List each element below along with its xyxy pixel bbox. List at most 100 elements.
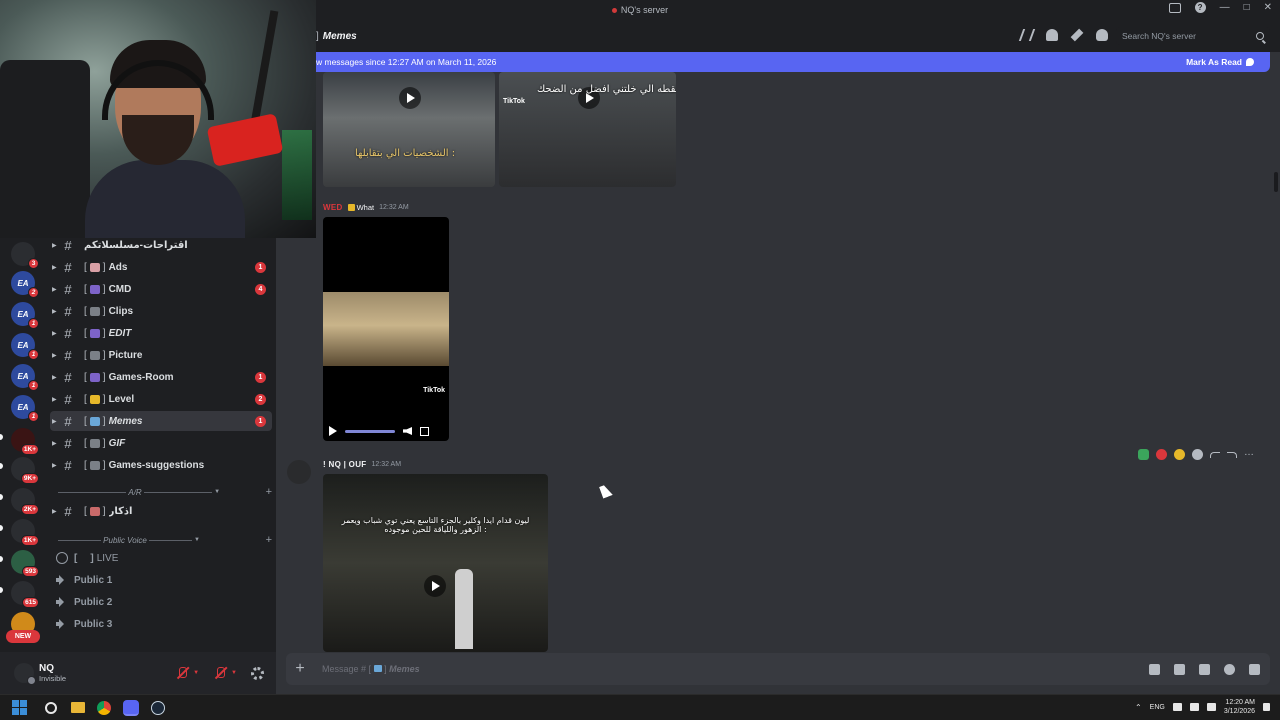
volume-icon[interactable] — [403, 427, 412, 435]
speaker-icon — [56, 597, 68, 607]
server-badge: 2K+ — [20, 504, 39, 515]
avatar[interactable] — [287, 460, 311, 484]
search-icon[interactable] — [45, 701, 57, 714]
wifi-icon[interactable] — [1189, 703, 1199, 711]
channel-ads[interactable]: ▶ # [] Ads 1 — [50, 257, 272, 277]
message-author[interactable]: ! NQ | OUF — [323, 460, 366, 469]
server-ea-5[interactable]: EA 1 — [11, 395, 39, 422]
more-icon[interactable]: … — [1244, 448, 1256, 460]
language-indicator[interactable]: ENG — [1150, 704, 1165, 711]
channel-games-suggestions[interactable]: ▶ # [] Games-suggestions — [50, 455, 272, 475]
video-attachment[interactable]: اللقطه الي خلتني افضل من الضحك TikTok — [499, 72, 676, 187]
windows-start-icon[interactable] — [12, 700, 27, 715]
volume-icon[interactable] — [1206, 703, 1216, 711]
video-player[interactable]: TikTok — [323, 217, 449, 441]
voice-public-2[interactable]: Public 2 — [56, 592, 272, 612]
heart-reaction-icon[interactable] — [1156, 449, 1167, 460]
fullscreen-icon[interactable] — [420, 426, 429, 436]
gift-icon[interactable] — [1149, 663, 1160, 675]
clock[interactable]: 12:20 AM 3/12/2026 — [1224, 698, 1255, 716]
mark-as-read-button[interactable]: Mark As Read — [1186, 57, 1254, 67]
laugh-reaction-icon[interactable] — [1174, 449, 1185, 460]
video-attachment[interactable]: الشخصيات الي بتقابلها : — [323, 72, 495, 187]
message-input[interactable]: Message # [ ] Memes — [322, 664, 1149, 674]
expand-icon: ▶ — [52, 462, 57, 469]
folder-icon[interactable] — [71, 702, 85, 713]
server-podcast[interactable]: 3 — [11, 242, 39, 269]
add-channel-icon[interactable]: + — [260, 486, 272, 498]
chrome-icon[interactable] — [97, 700, 111, 715]
minimize-button[interactable]: — — [1220, 2, 1230, 13]
add-reaction-icon[interactable] — [1192, 449, 1203, 460]
server-ea-1[interactable]: EA 2 — [11, 271, 39, 298]
forward-icon[interactable] — [1227, 451, 1237, 458]
voice-public-3[interactable]: Public 3 — [56, 614, 272, 634]
channel-gif[interactable]: ▶ # [] GIF — [50, 433, 272, 453]
message-author[interactable]: WED — [323, 203, 343, 212]
bracket: [ — [74, 552, 78, 564]
channel-clips[interactable]: ▶ # [] Clips — [50, 301, 272, 321]
server-8[interactable]: 2K+ — [11, 488, 39, 515]
channel-games-room[interactable]: ▶ # [] Games-Room 1 — [50, 367, 272, 387]
server-ea-2[interactable]: EA 1 — [11, 302, 39, 329]
emoji-icon[interactable] — [1224, 663, 1235, 675]
new-messages-bar[interactable]: w messages since 12:27 AM on March 11, 2… — [306, 52, 1270, 72]
chevron-up-icon[interactable]: ⌃ — [1135, 703, 1142, 712]
channel-level[interactable]: ▶ # [] Level 2 — [50, 389, 272, 409]
channel-edit[interactable]: ▶ # [] EDIT — [50, 323, 272, 343]
attach-icon[interactable]: + — [286, 660, 314, 678]
server-ea-3[interactable]: EA 1 — [11, 333, 39, 360]
category-ajr[interactable]: A/R ▼ + — [56, 485, 272, 499]
sticker-icon[interactable] — [1199, 663, 1210, 675]
maximize-button[interactable]: □ — [1244, 2, 1250, 13]
search-input[interactable]: Search NQ's server — [1116, 27, 1270, 45]
scrollbar[interactable] — [1274, 172, 1278, 192]
voice-public-1[interactable]: Public 1 — [56, 570, 272, 590]
gear-icon[interactable] — [251, 666, 264, 680]
members-icon[interactable] — [1096, 29, 1108, 41]
server-ea-4[interactable]: EA 1 — [11, 364, 39, 391]
discord-icon[interactable] — [123, 699, 139, 716]
server-11[interactable]: 615 — [11, 581, 39, 608]
channel-azkar[interactable]: ▶ # [] اذكار — [50, 501, 272, 521]
threads-icon[interactable] — [1018, 29, 1036, 41]
play-icon[interactable] — [329, 426, 337, 436]
add-channel-icon[interactable]: + — [260, 534, 272, 546]
avatar[interactable] — [14, 663, 36, 685]
bracket: [ — [84, 415, 87, 427]
category-public-voice[interactable]: Public Voice ▼ + — [56, 533, 272, 547]
user-info[interactable]: NQ Invisible — [39, 663, 66, 683]
message-composer[interactable]: + Message # [ ] Memes — [286, 653, 1270, 685]
window-controls: ? — □ ✕ — [1168, 2, 1272, 13]
progress-bar[interactable] — [345, 429, 395, 433]
close-button[interactable]: ✕ — [1264, 2, 1272, 13]
gif-icon[interactable] — [1174, 663, 1185, 675]
channel-memes[interactable]: ▶ # [] Memes 1 — [50, 411, 272, 431]
check-reaction-icon[interactable] — [1138, 449, 1149, 460]
server-6[interactable]: 1K+ — [11, 428, 39, 455]
monitor-icon[interactable] — [1172, 703, 1182, 711]
server-9[interactable]: 1K+ — [11, 519, 39, 546]
voice-live[interactable]: [ ] LIVE — [56, 548, 272, 568]
bell-icon[interactable] — [1046, 29, 1058, 41]
mic-muted-icon[interactable] — [175, 666, 189, 680]
notification-icon[interactable] — [1263, 703, 1270, 711]
steam-icon[interactable] — [151, 700, 165, 715]
apps-icon[interactable] — [1249, 663, 1260, 675]
help-icon[interactable]: ? — [1194, 2, 1206, 13]
server-10[interactable]: 593 — [11, 550, 39, 577]
headphones-muted-icon[interactable] — [213, 666, 227, 680]
channel-suggestions-ar[interactable]: ▶ # اقتراحات-مسلسلاتكم — [50, 235, 272, 255]
inbox-icon[interactable] — [1168, 2, 1181, 13]
play-icon[interactable] — [424, 575, 446, 597]
channel-cmd[interactable]: ▶ # [] CMD 4 — [50, 279, 272, 299]
reply-icon[interactable] — [1210, 451, 1220, 458]
play-icon[interactable] — [399, 87, 421, 109]
server-badge: 1K+ — [20, 444, 39, 455]
server-7[interactable]: 9K+ — [11, 457, 39, 484]
chevron-down-icon[interactable]: ▼ — [193, 670, 199, 676]
chevron-down-icon[interactable]: ▼ — [231, 670, 237, 676]
video-attachment[interactable]: ليون قدام ايدا وكلير بالجزء التاسع يعني … — [323, 474, 548, 652]
pin-icon[interactable] — [1070, 28, 1084, 42]
channel-picture[interactable]: ▶ # [] Picture — [50, 345, 272, 365]
